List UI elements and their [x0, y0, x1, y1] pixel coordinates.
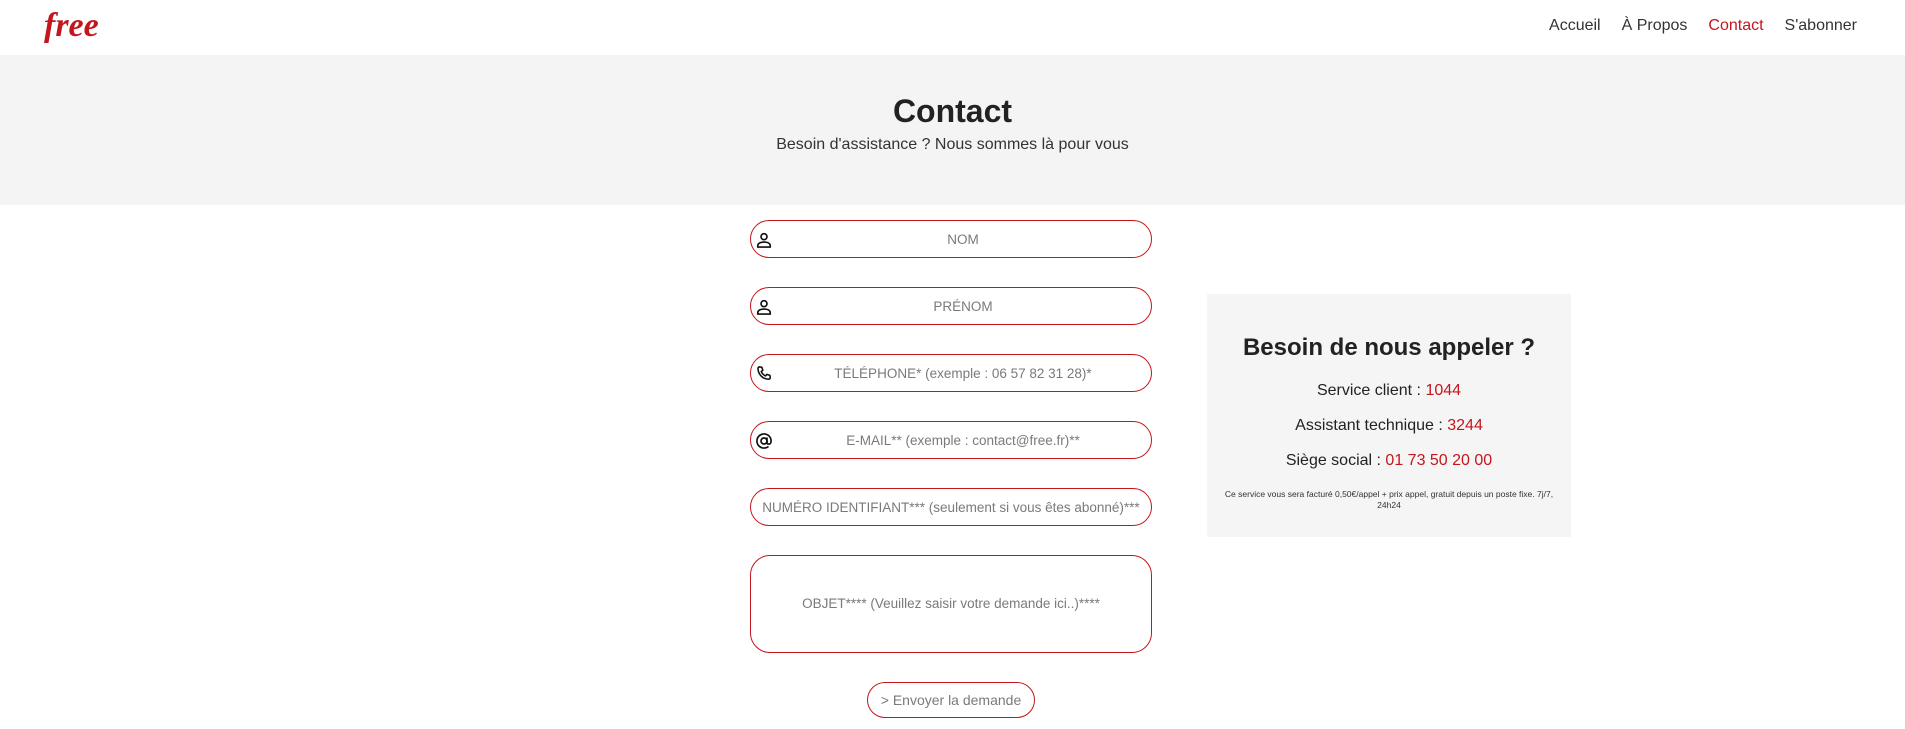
call-us-panel: Besoin de nous appeler ? Service client …	[1207, 294, 1571, 537]
telephone-field-wrapper	[750, 354, 1152, 392]
prenom-input[interactable]	[751, 288, 1151, 324]
nav-item-a-propos[interactable]: À Propos	[1622, 17, 1688, 35]
submit-request-button[interactable]: > Envoyer la demande	[867, 682, 1035, 718]
page-title: Contact	[892, 93, 1013, 129]
email-field-wrapper	[750, 421, 1152, 459]
person-icon	[756, 299, 772, 315]
nom-input[interactable]	[751, 221, 1151, 257]
identifiant-input[interactable]	[751, 489, 1151, 525]
top-navbar: free Accueil À Propos Contact S'abonner	[0, 0, 1905, 55]
at-sign-icon	[756, 433, 772, 449]
service-client-label: Service client :	[1316, 382, 1426, 399]
free-logo[interactable]: free	[42, 6, 138, 48]
assistant-technique-label: Assistant technique :	[1295, 417, 1448, 434]
telephone-input[interactable]	[751, 355, 1151, 391]
main-nav: Accueil À Propos Contact S'abonner	[1549, 17, 1857, 35]
objet-field-wrapper	[750, 555, 1152, 653]
phone-icon	[757, 366, 772, 380]
siege-social-number[interactable]: 01 73 50 20 00	[1385, 452, 1492, 469]
contact-hero: Contact Besoin d'assistance ? Nous somme…	[0, 55, 1905, 205]
assistant-technique-line: Assistant technique : 3244	[1207, 417, 1571, 435]
person-icon	[756, 232, 772, 248]
email-input[interactable]	[751, 422, 1151, 458]
page-subtitle: Besoin d'assistance ? Nous sommes là pou…	[776, 136, 1129, 153]
call-us-title: Besoin de nous appeler ?	[1242, 334, 1536, 361]
objet-textarea[interactable]	[751, 556, 1151, 652]
service-client-number[interactable]: 1044	[1425, 382, 1461, 399]
svg-text:free: free	[44, 7, 99, 44]
nom-field-wrapper	[750, 220, 1152, 258]
siege-social-line: Siège social : 01 73 50 20 00	[1207, 452, 1571, 470]
pricing-fine-print: Ce service vous sera facturé 0,50€/appel…	[1224, 489, 1554, 510]
prenom-field-wrapper	[750, 287, 1152, 325]
nav-item-contact[interactable]: Contact	[1708, 17, 1763, 35]
nav-item-sabonner[interactable]: S'abonner	[1785, 17, 1857, 35]
nav-item-accueil[interactable]: Accueil	[1549, 17, 1601, 35]
siege-social-label: Siège social :	[1285, 452, 1386, 469]
assistant-technique-number[interactable]: 3244	[1447, 417, 1483, 434]
service-client-line: Service client : 1044	[1207, 382, 1571, 400]
identifiant-field-wrapper	[750, 488, 1152, 526]
